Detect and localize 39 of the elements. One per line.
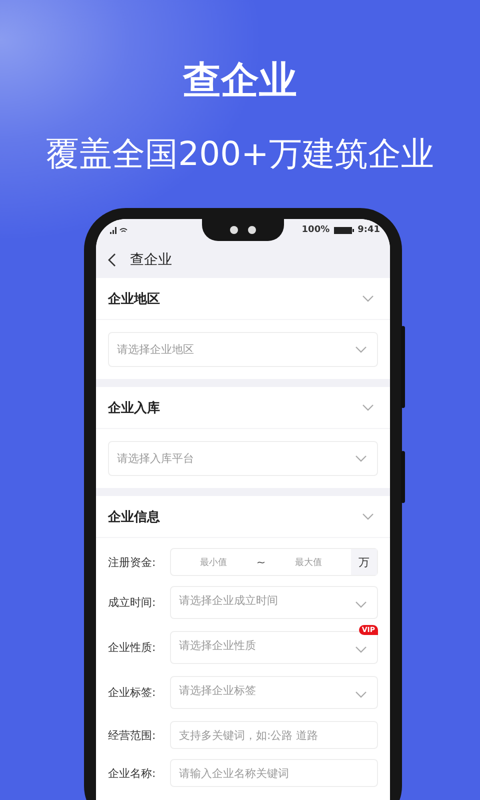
screen-title: 查企业	[130, 250, 172, 268]
chevron-down-icon	[355, 691, 367, 699]
chevron-down-icon	[355, 346, 367, 354]
select-field[interactable]: 请选择入库平台	[108, 441, 378, 476]
battery-icon	[334, 226, 354, 234]
chevron-down-icon	[355, 646, 367, 654]
input-field[interactable]: 支持多关键词，如:公路 道路	[170, 721, 378, 749]
max-value-input[interactable]: 最大值	[266, 556, 351, 568]
input-field[interactable]: 请输入企业名称关键词	[170, 759, 378, 787]
chevron-down-icon[interactable]	[362, 294, 374, 302]
range-separator: ~	[256, 556, 266, 568]
field-label: 经营范围:	[108, 728, 157, 742]
select-field[interactable]: 请选择企业地区	[108, 332, 378, 367]
field-label: 企业性质:	[108, 640, 157, 655]
chevron-down-icon	[355, 454, 367, 462]
select-field[interactable]: 请选择企业性质	[170, 631, 378, 664]
unit-label: 万	[351, 549, 377, 575]
chevron-down-icon	[355, 601, 367, 609]
field-label: 企业名称:	[108, 766, 157, 780]
section-header[interactable]: 企业入库	[96, 387, 390, 429]
chevron-down-icon[interactable]	[362, 404, 374, 412]
battery-percent: 100%	[302, 225, 330, 235]
headline: 查企业	[183, 57, 297, 104]
back-icon[interactable]	[108, 252, 116, 266]
signal-icon	[110, 226, 128, 234]
min-value-input[interactable]: 最小值	[171, 556, 256, 568]
select-field[interactable]: 请选择企业标签	[170, 676, 378, 709]
section-title: 企业信息	[108, 508, 160, 526]
chevron-down-icon[interactable]	[362, 512, 374, 520]
section-header[interactable]: 企业地区	[96, 278, 390, 320]
field-label: 企业标签:	[108, 685, 157, 700]
select-field[interactable]: 请选择企业成立时间	[170, 586, 378, 619]
field-label: 注册资金:	[108, 554, 157, 570]
section-title: 企业地区	[108, 290, 160, 308]
section-title: 企业入库	[108, 400, 160, 416]
clock-time: 9:41	[358, 225, 380, 235]
section-header[interactable]: 企业信息	[96, 496, 390, 538]
subheadline: 覆盖全国200+万建筑企业	[46, 133, 434, 175]
field-label: 成立时间:	[108, 595, 157, 610]
